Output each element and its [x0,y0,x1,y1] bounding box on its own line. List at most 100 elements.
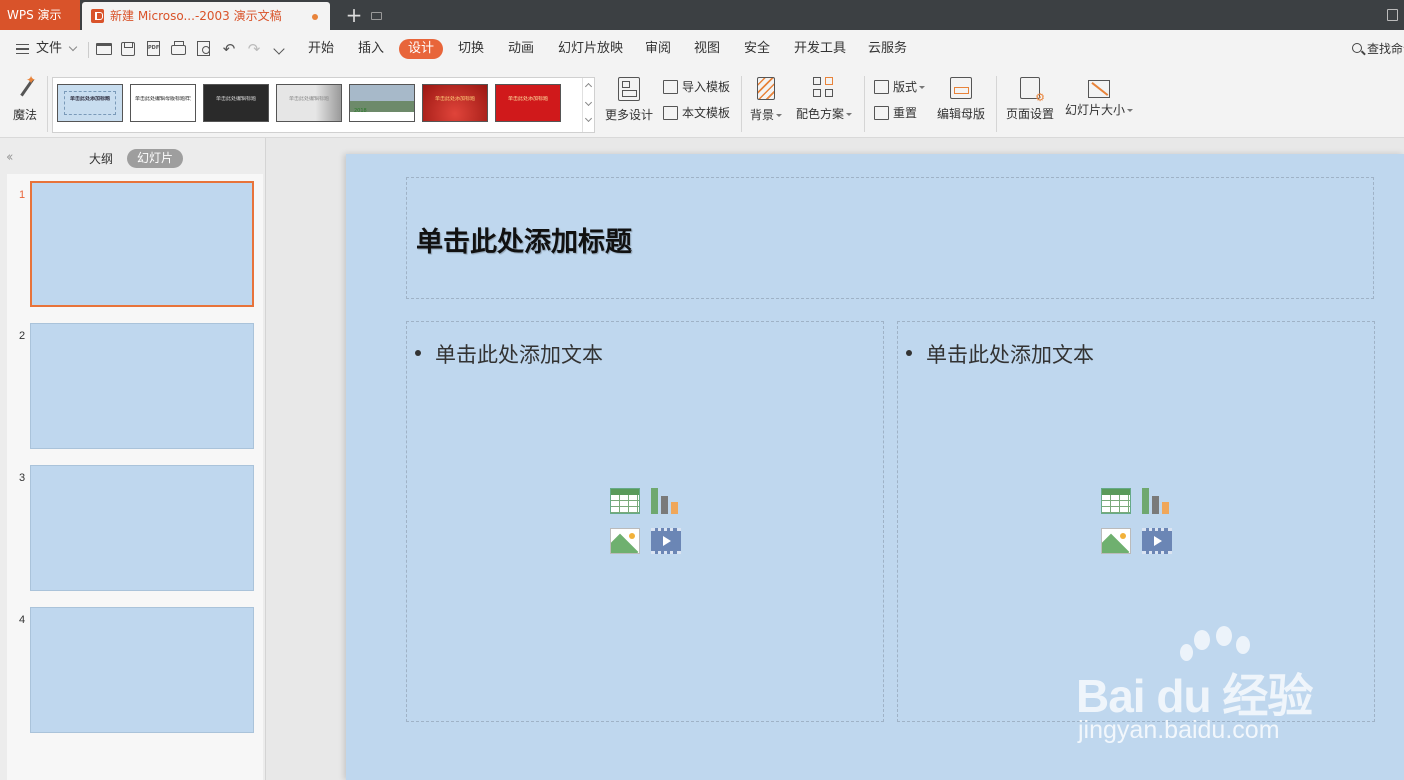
template-thumbnail[interactable]: 单击此处添加标题 [57,84,123,122]
edit-master-icon [950,77,972,99]
tab-slides[interactable]: 幻灯片 [127,149,183,168]
design-template-gallery: 单击此处添加标题 单击此处编辑母版标题样式 单击此处编辑标题 单击此处编辑标题 … [52,77,595,133]
print-icon[interactable] [171,41,186,55]
background-button[interactable]: 背景 [748,77,784,123]
open-folder-icon[interactable] [96,43,112,55]
slide-navigation-panel: ‹‹ 大纲 幻灯片 1 2 3 4 [0,138,266,780]
template-thumbnail[interactable]: 单击此处编辑母版标题样式 [130,84,196,122]
file-menu-button[interactable]: 文件 [14,39,78,59]
print-preview-icon[interactable] [197,41,210,56]
gallery-expand-icon[interactable] [584,114,593,123]
monitor-icon[interactable] [371,12,382,20]
insert-image-icon[interactable] [1101,528,1131,554]
tab-insert[interactable]: 插入 [358,39,384,59]
import-template-button[interactable]: 导入模板 [661,77,730,97]
tab-developer[interactable]: 开发工具 [794,39,846,59]
export-pdf-icon[interactable]: PDF [147,41,160,56]
gallery-scroll[interactable] [582,78,594,132]
more-designs-icon [618,77,640,101]
template-title: 单击此处编辑标题 [288,96,329,102]
slide-size-label: 幻灯片大小 [1064,102,1134,118]
document-tab-title: 新建 Microso...-2003 演示文稿 [110,9,282,23]
insert-image-icon[interactable] [610,528,640,554]
bullet-text: 单击此处添加文本 [415,339,603,369]
search-icon [1352,43,1362,53]
search-command[interactable]: 查找命令 [1350,40,1404,58]
magic-label: 魔法 [12,108,37,122]
redo-icon[interactable]: ↷ [246,41,262,57]
insert-table-icon[interactable] [1101,488,1131,514]
tab-design[interactable]: 设计 [399,39,444,59]
collapse-panel-icon[interactable]: ‹‹ [6,150,14,165]
insert-object-group [610,488,684,556]
slide-number: 1 [19,189,26,201]
page-setup-button[interactable]: 页面设置 [1004,77,1056,122]
app-tab[interactable]: WPS 演示 [0,0,80,30]
new-tab-button[interactable]: + [344,3,364,27]
reset-icon [874,106,889,120]
layout-label: 版式 [893,80,918,94]
document-tab[interactable]: 新建 Microso...-2003 演示文稿 [82,2,382,30]
bullet-text: 单击此处添加文本 [906,339,1094,369]
tab-security[interactable]: 安全 [744,39,770,59]
save-icon[interactable] [121,42,135,56]
insert-table-icon[interactable] [610,488,640,514]
template-thumbnail[interactable]: 单击此处添加标题 [422,84,488,122]
undo-icon[interactable]: ↶ [221,41,237,57]
layout-button[interactable]: 版式 [872,77,926,97]
insert-video-icon[interactable] [1142,528,1172,554]
search-command-label: 查找命令 [1367,42,1404,56]
this-template-button[interactable]: 本文模板 [661,103,730,123]
divider [996,76,997,132]
tab-home[interactable]: 开始 [308,39,334,59]
tab-cloud-services[interactable]: 云服务 [868,39,907,59]
slide-thumbnail[interactable] [30,607,254,733]
slide-size-icon [1088,80,1110,98]
page-setup-label: 页面设置 [1005,107,1054,121]
reset-label: 重置 [893,106,918,120]
divider [47,76,48,132]
slide-thumbnail-list: 1 2 3 4 [7,174,263,780]
template-title: 单击此处添加标题 [434,96,475,102]
bullet-dot-icon [415,350,421,356]
slide-thumbnail[interactable] [30,465,254,591]
edit-master-button[interactable]: 编辑母版 [935,77,987,122]
slide-editor-canvas: 单击此处添加标题 单击此处添加文本 单击此处添加文本 [267,138,1404,780]
slide-thumbnail[interactable] [30,181,254,307]
divider [88,42,89,58]
slide-thumbnail[interactable] [30,323,254,449]
title-placeholder[interactable]: 单击此处添加标题 [406,177,1374,299]
window-layout-icon[interactable] [1387,9,1398,21]
tab-review[interactable]: 审阅 [645,39,671,59]
tab-view[interactable]: 视图 [694,39,720,59]
more-designs-button[interactable]: 更多设计 [603,77,655,123]
this-template-label: 本文模板 [682,106,731,120]
customize-dropdown-icon[interactable] [273,43,285,55]
presentation-file-icon [91,9,104,23]
slide-size-button[interactable]: 幻灯片大小 [1064,77,1134,118]
magic-button[interactable]: 魔法 [10,73,40,123]
content-placeholder-left[interactable]: 单击此处添加文本 [406,321,884,722]
magic-wand-icon [14,73,36,101]
insert-video-icon[interactable] [651,528,681,554]
reset-button[interactable]: 重置 [872,103,917,123]
tab-slideshow[interactable]: 幻灯片放映 [558,39,623,59]
template-thumbnail[interactable]: 单击此处添加标题 [495,84,561,122]
color-scheme-button[interactable]: 配色方案 [794,77,854,122]
chevron-down-icon [68,42,78,52]
tab-animations[interactable]: 动画 [508,39,534,59]
template-thumbnail[interactable]: 单击此处编辑标题 [276,84,342,122]
chevron-up-icon[interactable] [584,82,593,91]
page-setup-icon [1020,77,1045,104]
insert-chart-icon[interactable] [1142,488,1172,514]
divider [741,76,742,132]
insert-chart-icon[interactable] [651,488,681,514]
tab-outline[interactable]: 大纲 [89,150,113,168]
chevron-down-icon[interactable] [584,98,593,107]
menu-bar: 文件 PDF ↶ ↷ 开始 插入 设计 切换 动画 幻灯片放映 审阅 视图 安全… [0,30,1404,68]
template-thumbnail[interactable]: 单击此处编辑标题 [203,84,269,122]
content-placeholder-right[interactable]: 单击此处添加文本 [897,321,1375,722]
current-slide[interactable]: 单击此处添加标题 单击此处添加文本 单击此处添加文本 [346,154,1404,780]
template-thumbnail[interactable]: 2018 [349,84,415,122]
tab-transitions[interactable]: 切换 [458,39,484,59]
